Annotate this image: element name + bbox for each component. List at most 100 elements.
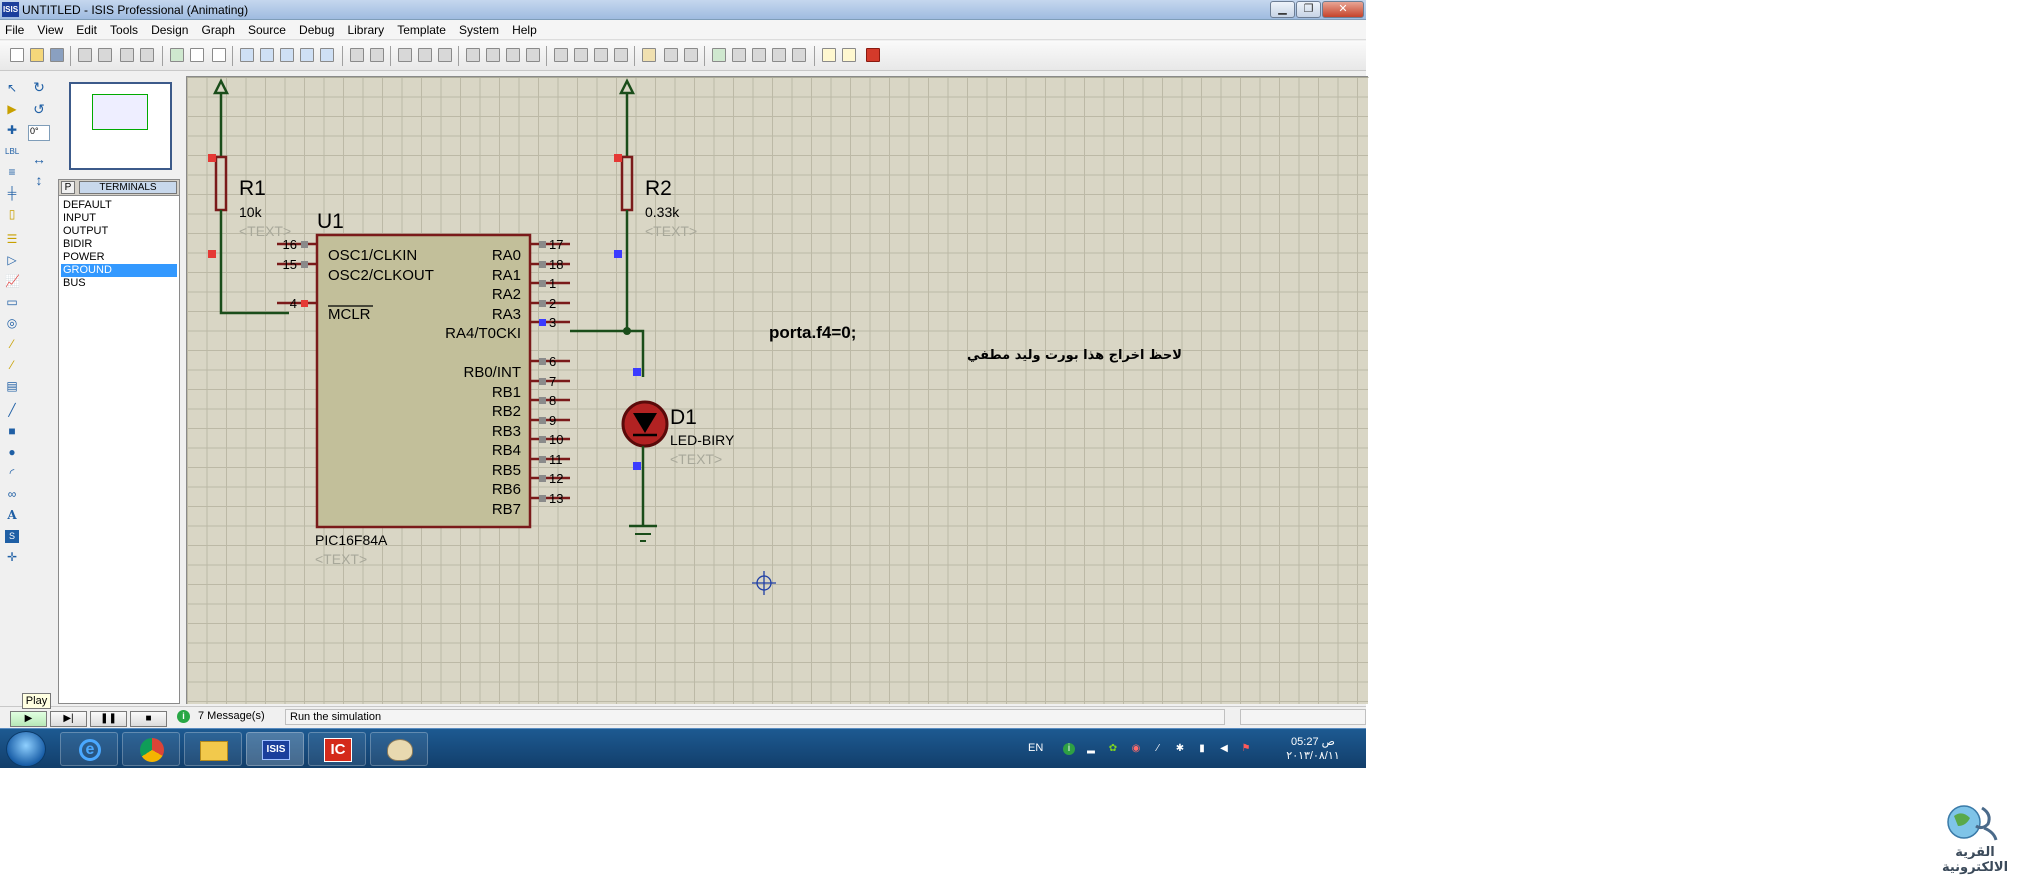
taskbar-explorer[interactable] <box>184 732 242 766</box>
subcircuit-icon[interactable]: ▯ <box>5 208 19 221</box>
menu-source[interactable]: Source <box>243 20 291 37</box>
export-icon[interactable] <box>98 48 112 62</box>
arc-icon[interactable]: ◜ <box>5 467 19 480</box>
volume-icon[interactable]: ◀ <box>1218 743 1230 755</box>
pick-device-icon[interactable] <box>554 48 568 62</box>
menu-system[interactable]: System <box>454 20 504 37</box>
virtual-instruments-icon[interactable]: ▤ <box>5 380 19 393</box>
cut-icon[interactable] <box>398 48 412 62</box>
isis-app-icon[interactable]: ISIS <box>2 2 19 17</box>
zoom-all-icon[interactable] <box>300 48 314 62</box>
rotate-clockwise-icon[interactable]: ↻ <box>30 79 48 95</box>
generator-icon[interactable]: ◎ <box>5 317 19 330</box>
import-icon[interactable] <box>78 48 92 62</box>
language-indicator[interactable]: EN <box>1028 742 1043 754</box>
close-button[interactable]: ✕ <box>1322 1 1364 18</box>
overview-viewport[interactable] <box>92 94 148 130</box>
marker-icon[interactable]: ✛ <box>5 551 19 564</box>
search-tag-icon[interactable] <box>664 48 678 62</box>
menu-tools[interactable]: Tools <box>105 20 143 37</box>
packaging-tool-icon[interactable] <box>594 48 608 62</box>
new-file-icon[interactable] <box>10 48 24 62</box>
block-rotate-icon[interactable] <box>506 48 520 62</box>
ares-icon[interactable] <box>842 48 856 62</box>
title-bar[interactable]: ISIS UNTITLED - ISIS Professional (Anima… <box>0 0 1366 20</box>
text-script-icon[interactable]: ≡ <box>5 166 19 179</box>
overview-window[interactable] <box>69 82 172 170</box>
origin-icon[interactable] <box>212 48 226 62</box>
power-terminal-r1[interactable] <box>212 78 230 157</box>
print-area-icon[interactable] <box>140 48 154 62</box>
zoom-area-icon[interactable] <box>320 48 334 62</box>
rotate-anticlockwise-icon[interactable]: ↺ <box>30 101 48 117</box>
list-item[interactable]: DEFAULT <box>61 199 177 212</box>
line-icon[interactable]: ╱ <box>5 404 19 417</box>
stop-button[interactable]: ■ <box>130 711 167 727</box>
electrical-check-icon[interactable] <box>792 48 806 62</box>
circle-icon[interactable]: ● <box>5 446 19 459</box>
component-mode-icon[interactable]: ▶ <box>5 103 19 116</box>
resistor-r2[interactable] <box>614 154 634 258</box>
ground-terminal[interactable] <box>629 524 657 542</box>
menu-help[interactable]: Help <box>507 20 542 37</box>
undo-icon[interactable] <box>350 48 364 62</box>
wire-autorouter-icon[interactable] <box>642 48 656 62</box>
network-icon[interactable]: ✿ <box>1107 743 1119 755</box>
signal-icon[interactable]: ▂ <box>1085 743 1097 755</box>
menu-file[interactable]: File <box>0 20 29 37</box>
netlist-icon[interactable] <box>822 48 836 62</box>
paste-icon[interactable] <box>438 48 452 62</box>
mirror-vertical-icon[interactable]: ↕ <box>30 172 48 188</box>
property-tool-icon[interactable] <box>684 48 698 62</box>
grid-icon[interactable] <box>190 48 204 62</box>
new-sheet-icon[interactable] <box>712 48 726 62</box>
led-d1[interactable] <box>621 368 669 470</box>
pen-icon[interactable]: ⁄ <box>1152 743 1164 755</box>
minimize-button[interactable]: ▁ <box>1270 1 1295 18</box>
zoom-out-icon[interactable] <box>280 48 294 62</box>
list-item[interactable]: OUTPUT <box>61 225 177 238</box>
maximize-button[interactable]: ❐ <box>1296 1 1321 18</box>
redo-icon[interactable] <box>370 48 384 62</box>
pick-button[interactable]: P <box>61 181 75 194</box>
messages-count[interactable]: 7 Message(s) <box>198 710 265 722</box>
selection-mode-icon[interactable]: ↖ <box>5 82 19 95</box>
battery-icon[interactable]: ▮ <box>1196 743 1208 755</box>
bluetooth-icon[interactable]: ✱ <box>1174 743 1186 755</box>
pause-button[interactable]: ❚❚ <box>90 711 127 727</box>
list-item[interactable]: POWER <box>61 251 177 264</box>
device-pins-icon[interactable]: ▷ <box>5 254 19 267</box>
wire-label-icon[interactable]: LBL <box>5 145 19 158</box>
list-item[interactable]: BIDIR <box>61 238 177 251</box>
menu-view[interactable]: View <box>32 20 68 37</box>
taskbar-chrome[interactable] <box>122 732 180 766</box>
info-tray-icon[interactable]: i <box>1063 743 1075 755</box>
info-icon[interactable]: i <box>177 710 190 723</box>
current-probe-icon[interactable]: ⁄ <box>5 359 19 372</box>
pan-icon[interactable] <box>240 48 254 62</box>
voltage-probe-icon[interactable]: ⁄ <box>5 338 19 351</box>
resistor-r1[interactable] <box>208 154 228 258</box>
graph-icon[interactable]: 📈 <box>5 275 20 288</box>
refresh-icon[interactable] <box>170 48 184 62</box>
action-center-icon[interactable]: ⚑ <box>1240 743 1252 755</box>
schematic-canvas[interactable]: R1 10k <TEXT> U1 PIC16F84A <TEXT> 16 15 … <box>186 76 1369 704</box>
security-icon[interactable]: ◉ <box>1130 743 1142 755</box>
buses-icon[interactable]: ╪ <box>5 187 19 200</box>
menu-library[interactable]: Library <box>342 20 389 37</box>
list-item[interactable]: BUS <box>61 277 177 290</box>
taskbar-ie[interactable]: e <box>60 732 118 766</box>
tape-recorder-icon[interactable]: ▭ <box>5 296 19 309</box>
menu-template[interactable]: Template <box>392 20 451 37</box>
taskbar-paint[interactable] <box>370 732 428 766</box>
copy-icon[interactable] <box>418 48 432 62</box>
start-button[interactable] <box>6 731 46 767</box>
save-icon[interactable] <box>50 48 64 62</box>
play-button[interactable]: ▶ <box>10 711 47 727</box>
make-device-icon[interactable] <box>574 48 588 62</box>
path-icon[interactable]: ∞ <box>5 488 19 501</box>
print-icon[interactable] <box>120 48 134 62</box>
taskbar-clock[interactable]: 05:27 ص ٢٠١٣/٠٨/١١ <box>1283 735 1343 763</box>
symbol-icon[interactable]: S <box>5 530 19 543</box>
menu-graph[interactable]: Graph <box>197 20 240 37</box>
